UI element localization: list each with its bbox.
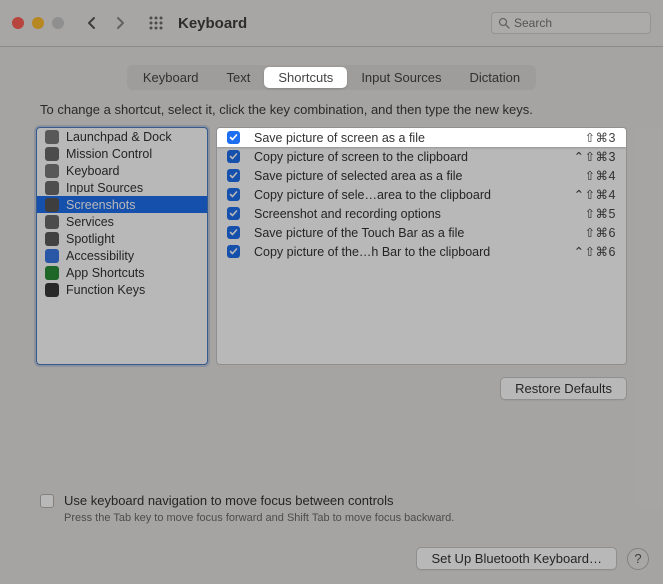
forward-button[interactable]: [106, 11, 134, 35]
shortcut-enable-checkbox[interactable]: [227, 150, 240, 163]
sidebar-item-input-sources[interactable]: Input Sources: [37, 179, 207, 196]
sidebar-item-label: Function Keys: [66, 283, 145, 297]
shortcut-row[interactable]: Copy picture of screen to the clipboard⌃…: [217, 147, 626, 166]
category-icon: [45, 181, 59, 195]
shortcut-label: Save picture of selected area as a file: [254, 169, 585, 183]
help-button[interactable]: ?: [627, 548, 649, 570]
category-icon: [45, 198, 59, 212]
kbnav-hint: Press the Tab key to move focus forward …: [64, 512, 623, 524]
category-icon: [45, 130, 59, 144]
sidebar-item-label: Mission Control: [66, 147, 152, 161]
category-panel: Launchpad & Dock Mission Control Keyboard I…: [36, 127, 208, 365]
sidebar-item-services[interactable]: Services: [37, 213, 207, 230]
shortcut-enable-checkbox[interactable]: [227, 226, 240, 239]
shortcut-enable-checkbox[interactable]: [227, 131, 240, 144]
category-icon: [45, 164, 59, 178]
shortcut-row[interactable]: Save picture of selected area as a file⇧…: [217, 166, 626, 185]
shortcut-keys[interactable]: ⇧⌘4: [585, 168, 616, 183]
category-icon: [45, 232, 59, 246]
window-controls: [12, 17, 64, 29]
shortcut-label: Save picture of screen as a file: [254, 131, 585, 145]
tab-shortcuts[interactable]: Shortcuts: [264, 67, 347, 88]
shortcut-row[interactable]: Save picture of screen as a file⇧⌘3: [217, 128, 626, 147]
kbnav-section: Use keyboard navigation to move focus be…: [40, 493, 623, 524]
shortcut-row[interactable]: Copy picture of sele…area to the clipboa…: [217, 185, 626, 204]
nav-buttons: [78, 11, 134, 35]
shortcut-keys[interactable]: ⌃⇧⌘6: [574, 244, 616, 259]
shortcut-label: Copy picture of screen to the clipboard: [254, 150, 574, 164]
shortcut-keys[interactable]: ⌃⇧⌘3: [574, 149, 616, 164]
close-window-icon[interactable]: [12, 17, 24, 29]
titlebar: Keyboard: [0, 0, 663, 47]
tab-bar: KeyboardTextShortcutsInput SourcesDictat…: [0, 47, 663, 102]
shortcut-keys[interactable]: ⌃⇧⌘4: [574, 187, 616, 202]
tab-text[interactable]: Text: [213, 67, 265, 88]
sidebar-item-mission-control[interactable]: Mission Control: [37, 145, 207, 162]
shortcut-label: Screenshot and recording options: [254, 207, 585, 221]
sidebar-item-label: Input Sources: [66, 181, 143, 195]
shortcut-enable-checkbox[interactable]: [227, 169, 240, 182]
search-field[interactable]: [491, 12, 651, 34]
shortcut-keys[interactable]: ⇧⌘6: [585, 225, 616, 240]
sidebar-item-label: Spotlight: [66, 232, 115, 246]
shortcut-row[interactable]: Copy picture of the…h Bar to the clipboa…: [217, 242, 626, 261]
search-input[interactable]: [514, 16, 644, 30]
window-title: Keyboard: [178, 15, 247, 32]
sidebar-item-function-keys[interactable]: Function Keys: [37, 281, 207, 298]
restore-defaults-button[interactable]: Restore Defaults: [500, 377, 627, 400]
tab-input-sources[interactable]: Input Sources: [347, 67, 455, 88]
category-icon: [45, 283, 59, 297]
sidebar-item-label: Launchpad & Dock: [66, 130, 172, 144]
shortcut-enable-checkbox[interactable]: [227, 245, 240, 258]
search-icon: [498, 17, 510, 29]
shortcut-panel: Save picture of screen as a file⇧⌘3Copy …: [216, 127, 627, 365]
shortcut-label: Save picture of the Touch Bar as a file: [254, 226, 585, 240]
tab-keyboard[interactable]: Keyboard: [129, 67, 213, 88]
show-all-prefs-icon[interactable]: [144, 11, 168, 35]
category-icon: [45, 147, 59, 161]
sidebar-item-keyboard[interactable]: Keyboard: [37, 162, 207, 179]
instruction-text: To change a shortcut, select it, click t…: [0, 102, 663, 127]
sidebar-item-label: Accessibility: [66, 249, 134, 263]
kbnav-label: Use keyboard navigation to move focus be…: [64, 493, 394, 508]
sidebar-item-label: Screenshots: [66, 198, 135, 212]
shortcut-keys[interactable]: ⇧⌘5: [585, 206, 616, 221]
sidebar-item-label: Keyboard: [66, 164, 120, 178]
shortcut-keys[interactable]: ⇧⌘3: [585, 130, 616, 145]
minimize-window-icon[interactable]: [32, 17, 44, 29]
back-button[interactable]: [78, 11, 106, 35]
bluetooth-keyboard-button[interactable]: Set Up Bluetooth Keyboard…: [416, 547, 617, 570]
shortcut-label: Copy picture of sele…area to the clipboa…: [254, 188, 574, 202]
category-icon: [45, 215, 59, 229]
category-icon: [45, 249, 59, 263]
sidebar-item-spotlight[interactable]: Spotlight: [37, 230, 207, 247]
zoom-window-icon: [52, 17, 64, 29]
category-icon: [45, 266, 59, 280]
sidebar-item-launchpad-dock[interactable]: Launchpad & Dock: [37, 128, 207, 145]
kbnav-checkbox[interactable]: [40, 494, 54, 508]
sidebar-item-screenshots[interactable]: Screenshots: [37, 196, 207, 213]
sidebar-item-app-shortcuts[interactable]: App Shortcuts: [37, 264, 207, 281]
tab-dictation[interactable]: Dictation: [456, 67, 535, 88]
shortcut-row[interactable]: Save picture of the Touch Bar as a file⇧…: [217, 223, 626, 242]
shortcut-label: Copy picture of the…h Bar to the clipboa…: [254, 245, 574, 259]
shortcut-row[interactable]: Screenshot and recording options⇧⌘5: [217, 204, 626, 223]
shortcut-enable-checkbox[interactable]: [227, 207, 240, 220]
shortcut-enable-checkbox[interactable]: [227, 188, 240, 201]
sidebar-item-label: App Shortcuts: [66, 266, 145, 280]
sidebar-item-label: Services: [66, 215, 114, 229]
sidebar-item-accessibility[interactable]: Accessibility: [37, 247, 207, 264]
